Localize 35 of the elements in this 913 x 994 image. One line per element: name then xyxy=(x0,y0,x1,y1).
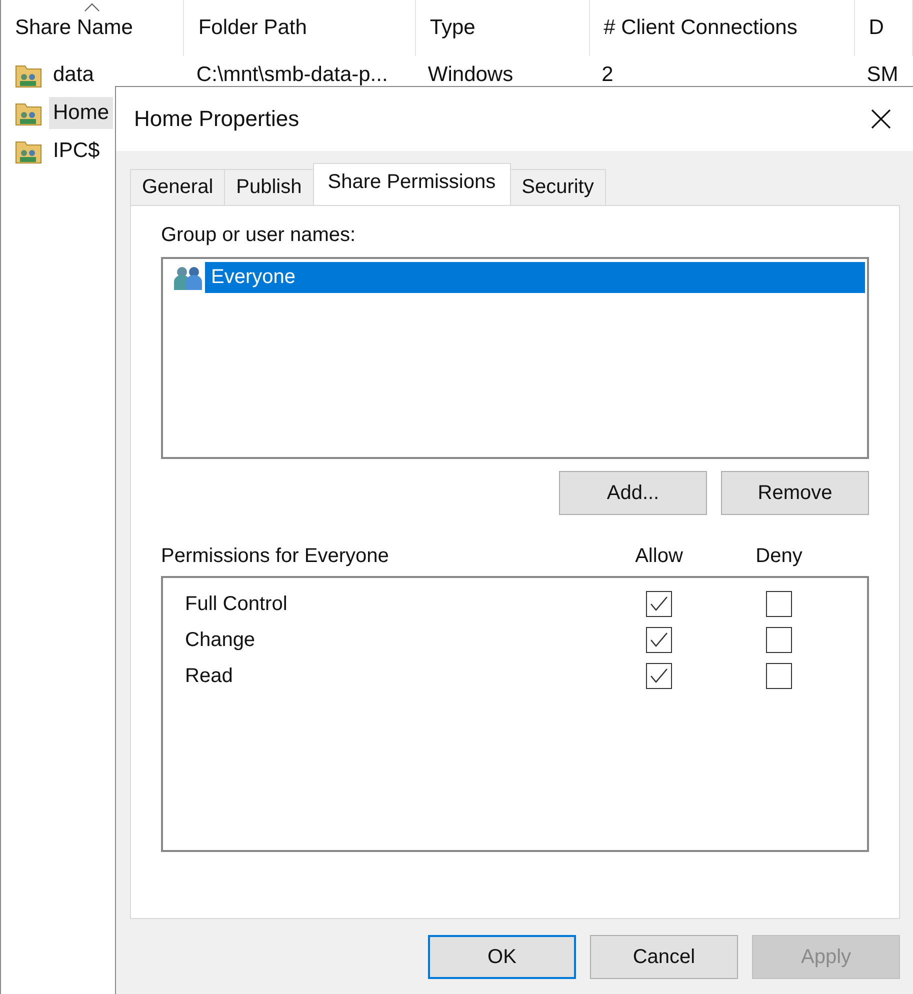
table-cell-text: C:\mnt\smb-data-p... xyxy=(195,63,389,87)
window-title: Home Properties xyxy=(134,106,300,132)
allow-header: Allow xyxy=(634,545,684,568)
allow-checkbox[interactable] xyxy=(646,627,672,653)
table-cell-text: 2 xyxy=(600,63,614,87)
tab[interactable]: Security xyxy=(510,169,606,205)
permissions-label: Permissions for Everyone xyxy=(161,545,390,568)
column-header[interactable]: Type xyxy=(416,0,590,56)
tab[interactable]: Share Permissions xyxy=(312,163,511,205)
column-header[interactable]: Share Name xyxy=(1,0,184,56)
group-label: Group or user names: xyxy=(161,224,357,247)
allow-checkbox[interactable] xyxy=(646,663,672,689)
user-entry[interactable]: Everyone xyxy=(205,262,865,293)
dialog-button[interactable]: Add... xyxy=(559,471,707,515)
table-cell-text: Windows xyxy=(426,63,514,87)
deny-checkbox[interactable] xyxy=(766,627,792,653)
allow-checkbox[interactable] xyxy=(646,591,672,617)
dialog-button[interactable]: OK xyxy=(428,935,576,979)
share-name[interactable]: Home xyxy=(49,97,114,129)
column-header[interactable]: Folder Path xyxy=(184,0,416,56)
permission-name: Full Control xyxy=(185,592,288,616)
deny-header: Deny xyxy=(754,545,804,568)
share-name[interactable]: IPC$ xyxy=(49,135,104,167)
deny-checkbox[interactable] xyxy=(766,591,792,617)
deny-checkbox[interactable] xyxy=(766,663,792,689)
table-cell-text: SM xyxy=(866,63,900,87)
permission-name: Read xyxy=(185,664,234,688)
dialog-button[interactable]: Remove xyxy=(721,471,869,515)
permission-name: Change xyxy=(185,628,256,652)
column-header[interactable]: # Client Connections xyxy=(590,0,855,56)
share-name[interactable]: data xyxy=(49,59,98,91)
dialog-button[interactable]: Cancel xyxy=(590,935,738,979)
column-header[interactable]: D xyxy=(854,0,913,56)
close-icon[interactable] xyxy=(870,108,892,130)
tab[interactable]: General xyxy=(130,169,226,205)
